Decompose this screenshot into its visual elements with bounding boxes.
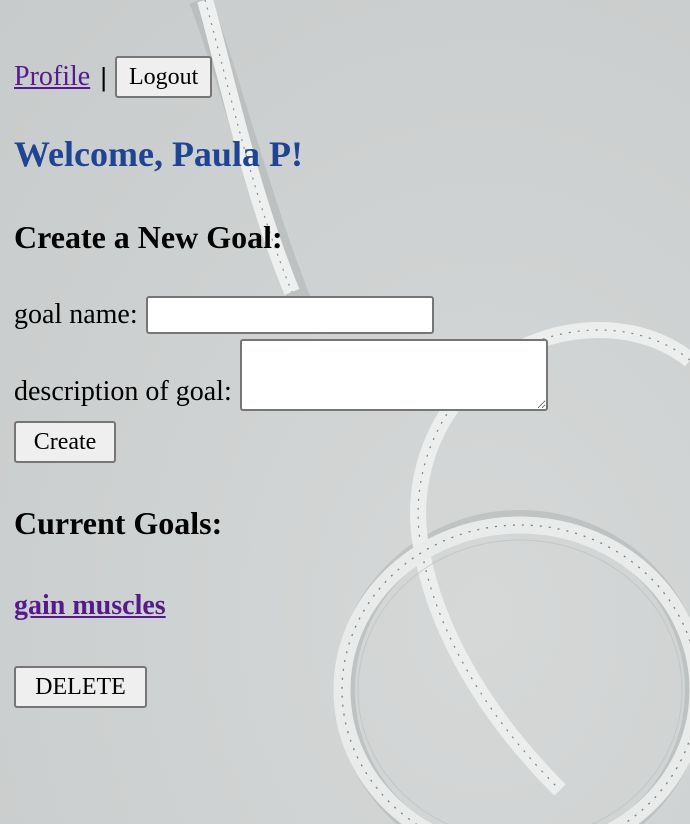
profile-link[interactable]: Profile bbox=[14, 57, 90, 97]
nav-separator: | bbox=[100, 62, 107, 92]
welcome-heading: Welcome, Paula P! bbox=[14, 134, 303, 174]
goal-name-label: goal name: bbox=[14, 299, 138, 330]
logout-button[interactable]: Logout bbox=[114, 56, 213, 98]
goal-link[interactable]: gain muscles bbox=[14, 587, 166, 625]
goal-name-row: goal name: bbox=[14, 296, 434, 334]
create-button[interactable]: Create bbox=[14, 421, 116, 463]
goal-description-textarea[interactable] bbox=[239, 339, 548, 411]
goal-description-label: description of goal: bbox=[14, 376, 232, 407]
create-goal-heading: Create a New Goal: bbox=[14, 219, 283, 255]
delete-goal-button[interactable]: DELETE bbox=[14, 666, 147, 708]
goal-name-input[interactable] bbox=[145, 296, 434, 334]
top-nav: Profile | Logout bbox=[14, 56, 213, 98]
goal-description-row: description of goal: bbox=[14, 339, 548, 411]
current-goals-heading: Current Goals: bbox=[14, 505, 223, 541]
